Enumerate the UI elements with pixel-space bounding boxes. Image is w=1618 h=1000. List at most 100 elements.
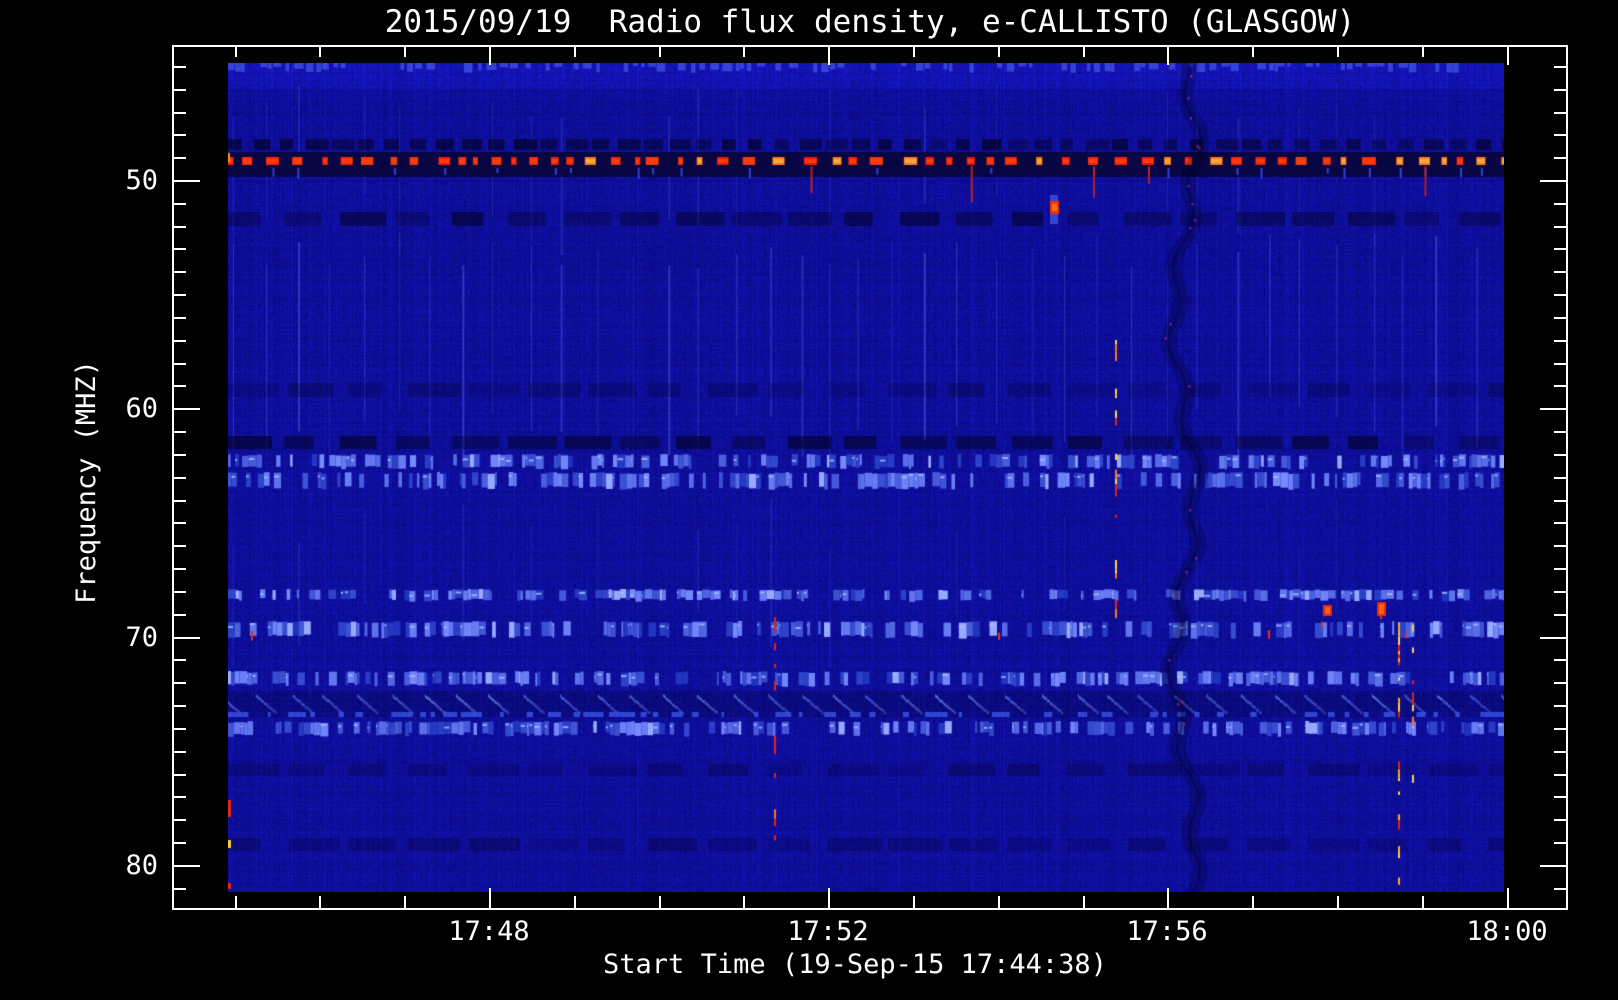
x-axis-minor-tick	[659, 896, 661, 908]
x-axis-major-tick-top	[1167, 45, 1169, 65]
y-axis-minor-tick	[172, 477, 186, 479]
x-axis-minor-tick-top	[1083, 45, 1085, 57]
x-tick-label: 17:52	[787, 916, 869, 947]
y-axis-minor-tick	[172, 774, 186, 776]
x-axis-minor-tick-top	[1337, 45, 1339, 57]
y-axis-label: Frequency (MHZ)	[71, 360, 102, 604]
y-axis-minor-tick-right	[1554, 66, 1568, 68]
y-axis-minor-tick	[172, 796, 186, 798]
y-axis-minor-tick-right	[1554, 659, 1568, 661]
x-axis-minor-tick-top	[404, 45, 406, 57]
y-axis-minor-tick	[172, 842, 186, 844]
y-tick-label: 50	[125, 165, 158, 196]
x-axis-minor-tick-top	[913, 45, 915, 57]
x-axis-minor-tick-top	[1252, 45, 1254, 57]
x-axis-major-tick-top	[828, 45, 830, 65]
y-axis-minor-tick	[172, 591, 186, 593]
y-axis-minor-tick-right	[1554, 614, 1568, 616]
y-axis-minor-tick	[172, 89, 186, 91]
y-tick-label: 80	[125, 850, 158, 881]
x-axis-minor-tick	[913, 896, 915, 908]
y-axis-minor-tick-right	[1554, 385, 1568, 387]
y-axis-minor-tick-right	[1554, 545, 1568, 547]
y-axis-minor-tick	[172, 500, 186, 502]
y-axis-major-tick	[172, 637, 200, 639]
x-axis-minor-tick	[1252, 896, 1254, 908]
y-axis-minor-tick	[172, 317, 186, 319]
y-axis-minor-tick-right	[1554, 500, 1568, 502]
y-axis-minor-tick-right	[1554, 294, 1568, 296]
y-axis-minor-tick	[172, 545, 186, 547]
y-axis-minor-tick	[172, 248, 186, 250]
y-axis-minor-tick-right	[1554, 431, 1568, 433]
y-axis-minor-tick-right	[1554, 751, 1568, 753]
y-axis-minor-tick-right	[1554, 682, 1568, 684]
y-axis-minor-tick	[172, 431, 186, 433]
y-axis-minor-tick-right	[1554, 568, 1568, 570]
y-axis-minor-tick	[172, 819, 186, 821]
x-axis-minor-tick-top	[659, 45, 661, 57]
y-axis-minor-tick	[172, 614, 186, 616]
y-axis-major-tick-right	[1540, 637, 1568, 639]
y-axis-minor-tick	[172, 728, 186, 730]
y-axis-minor-tick-right	[1554, 317, 1568, 319]
y-axis-minor-tick-right	[1554, 134, 1568, 136]
x-axis-minor-tick	[404, 896, 406, 908]
y-axis-minor-tick	[172, 363, 186, 365]
y-axis-minor-tick-right	[1554, 842, 1568, 844]
y-axis-minor-tick	[172, 659, 186, 661]
y-axis-minor-tick-right	[1554, 728, 1568, 730]
spectrogram-canvas	[228, 63, 1504, 892]
y-axis-major-tick	[172, 865, 200, 867]
y-axis-minor-tick	[172, 705, 186, 707]
x-tick-label: 17:56	[1126, 916, 1208, 947]
y-axis-minor-tick	[172, 454, 186, 456]
x-axis-minor-tick-top	[1422, 45, 1424, 57]
y-axis-minor-tick	[172, 157, 186, 159]
y-axis-minor-tick	[172, 66, 186, 68]
x-axis-minor-tick	[235, 896, 237, 908]
x-axis-minor-tick-top	[998, 45, 1000, 57]
y-axis-major-tick-right	[1540, 408, 1568, 410]
x-axis-minor-tick-top	[574, 45, 576, 57]
y-axis-minor-tick-right	[1554, 248, 1568, 250]
x-axis-minor-tick-top	[319, 45, 321, 57]
x-axis-major-tick-top	[489, 45, 491, 65]
x-axis-minor-tick	[574, 896, 576, 908]
x-axis-minor-tick	[1083, 896, 1085, 908]
x-axis-minor-tick-top	[743, 45, 745, 57]
chart-title: 2015/09/19 Radio flux density, e-CALLIST…	[384, 4, 1356, 40]
y-axis-minor-tick	[172, 112, 186, 114]
y-axis-minor-tick	[172, 226, 186, 228]
y-axis-minor-tick-right	[1554, 454, 1568, 456]
x-tick-label: 17:48	[448, 916, 530, 947]
y-axis-major-tick	[172, 408, 200, 410]
y-axis-minor-tick-right	[1554, 340, 1568, 342]
y-axis-minor-tick-right	[1554, 774, 1568, 776]
y-axis-minor-tick-right	[1554, 477, 1568, 479]
y-axis-minor-tick-right	[1554, 522, 1568, 524]
x-axis-label: Start Time (19-Sep-15 17:44:38)	[603, 949, 1107, 980]
x-axis-minor-tick	[743, 896, 745, 908]
x-axis-major-tick	[1167, 888, 1169, 908]
x-tick-label: 18:00	[1466, 916, 1548, 947]
y-axis-minor-tick-right	[1554, 112, 1568, 114]
x-axis-major-tick	[828, 888, 830, 908]
y-axis-major-tick	[172, 180, 200, 182]
y-axis-minor-tick	[172, 522, 186, 524]
y-axis-minor-tick	[172, 294, 186, 296]
y-axis-minor-tick	[172, 134, 186, 136]
y-axis-minor-tick	[172, 385, 186, 387]
x-axis-minor-tick-top	[235, 45, 237, 57]
y-axis-minor-tick-right	[1554, 705, 1568, 707]
x-axis-major-tick	[1507, 888, 1509, 908]
x-axis-minor-tick	[1337, 896, 1339, 908]
y-axis-minor-tick-right	[1554, 888, 1568, 890]
x-axis-minor-tick	[319, 896, 321, 908]
spectrogram-figure: 2015/09/19 Radio flux density, e-CALLIST…	[0, 0, 1618, 1000]
y-axis-minor-tick	[172, 203, 186, 205]
x-axis-minor-tick	[1422, 896, 1424, 908]
y-axis-minor-tick-right	[1554, 363, 1568, 365]
y-axis-minor-tick-right	[1554, 591, 1568, 593]
y-axis-minor-tick-right	[1554, 819, 1568, 821]
